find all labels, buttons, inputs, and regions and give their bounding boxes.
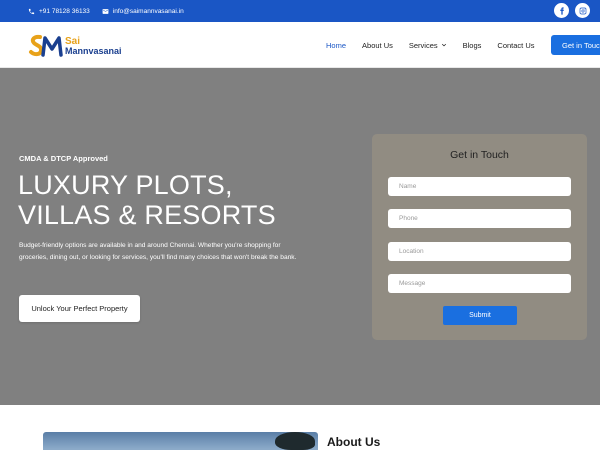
- email-text: info@saimannvasanai.in: [112, 7, 184, 15]
- nav-blogs[interactable]: Blogs: [463, 41, 482, 50]
- phone-link[interactable]: +91 78128 36133: [28, 8, 90, 15]
- site-logo[interactable]: Sai Mannvasanai: [28, 32, 122, 60]
- email-icon: [102, 8, 109, 14]
- submit-button[interactable]: Submit: [443, 306, 517, 325]
- about-image: [43, 432, 318, 450]
- phone-field[interactable]: Phone: [388, 209, 571, 228]
- form-title: Get in Touch: [450, 149, 509, 161]
- nav-services[interactable]: Services: [409, 41, 447, 50]
- image-tree-silhouette: [275, 432, 315, 450]
- hero-headline-line2: VILLAS & RESORTS: [18, 200, 276, 230]
- message-field[interactable]: Message: [388, 274, 571, 293]
- contact-info: +91 78128 36133 info@saimannvasanai.in: [28, 0, 184, 22]
- contact-form-card: Get in Touch Name Phone Location Message…: [372, 134, 587, 340]
- hero-section: CMDA & DTCP Approved LUXURY PLOTS, VILLA…: [0, 68, 600, 405]
- instagram-button[interactable]: [575, 3, 590, 18]
- about-heading: About Us: [327, 435, 381, 449]
- unlock-property-button[interactable]: Unlock Your Perfect Property: [19, 295, 140, 322]
- chevron-down-icon: [441, 43, 446, 47]
- nav-contact-us[interactable]: Contact Us: [497, 41, 534, 50]
- site-header: Sai Mannvasanai Home About Us Services B…: [0, 22, 600, 68]
- social-links: [554, 3, 590, 18]
- name-field[interactable]: Name: [388, 177, 571, 196]
- logo-mark-icon: [29, 34, 63, 57]
- logo-text-line2: Mannvasanai: [65, 45, 122, 56]
- hero-description: Budget-friendly options are available in…: [19, 242, 297, 261]
- get-in-touch-button[interactable]: Get in Touch: [551, 35, 600, 55]
- hero-headline: LUXURY PLOTS, VILLAS & RESORTS: [18, 170, 276, 230]
- main-nav: Home About Us Services Blogs Contact Us: [326, 22, 551, 68]
- phone-text: +91 78128 36133: [39, 7, 90, 15]
- email-link[interactable]: info@saimannvasanai.in: [102, 8, 184, 15]
- facebook-button[interactable]: [554, 3, 569, 18]
- facebook-icon: [559, 6, 564, 15]
- phone-icon: [28, 8, 35, 14]
- hero-headline-line1: LUXURY PLOTS,: [18, 170, 233, 200]
- location-field[interactable]: Location: [388, 242, 571, 261]
- nav-about-us[interactable]: About Us: [362, 41, 393, 50]
- top-contact-bar: +91 78128 36133 info@saimannvasanai.in: [0, 0, 600, 22]
- nav-home[interactable]: Home: [326, 41, 346, 50]
- logo-text-line1: Sai: [65, 35, 81, 47]
- instagram-icon: [579, 7, 586, 14]
- approval-badge: CMDA & DTCP Approved: [19, 154, 108, 163]
